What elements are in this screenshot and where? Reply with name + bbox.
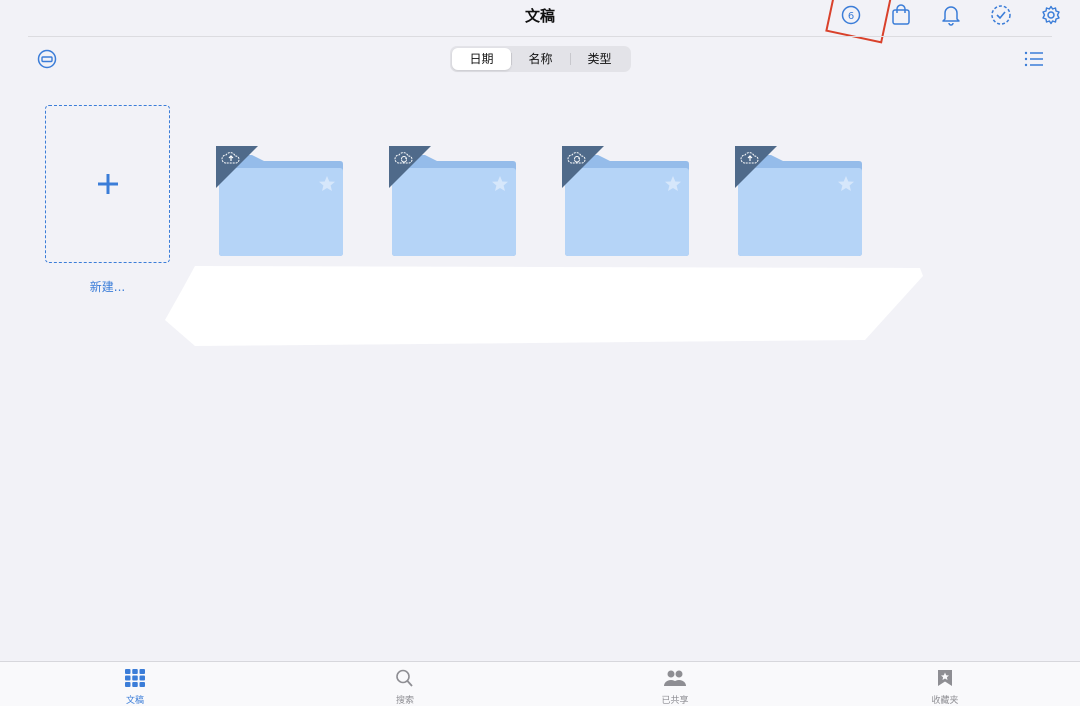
cloud-sync-icon (394, 152, 413, 164)
new-document-button[interactable] (45, 105, 170, 263)
tab-shared-label: 已共享 (661, 696, 689, 706)
star-icon[interactable] (837, 175, 855, 193)
gear-icon[interactable] (1036, 3, 1066, 27)
cloud-upload-icon (740, 152, 759, 164)
sort-by-date[interactable]: 日期 (452, 48, 511, 70)
sort-by-type[interactable]: 类型 (570, 48, 629, 70)
tab-favorites-label: 收藏夹 (931, 696, 959, 706)
cloud-sync-icon (567, 152, 586, 164)
grid-icon (125, 669, 145, 687)
tab-search-label: 搜索 (395, 696, 414, 706)
sort-by-name[interactable]: 名称 (511, 48, 570, 70)
bell-icon[interactable] (936, 3, 966, 27)
list-view-icon[interactable] (1024, 50, 1044, 68)
sort-segmented-control: 日期 名称 类型 (450, 46, 631, 72)
folder-1[interactable] (216, 146, 344, 258)
plus-icon (97, 174, 118, 194)
star-icon[interactable] (491, 175, 509, 193)
top-bar: 文稿 6 (0, 0, 1080, 30)
header-divider (28, 36, 1052, 37)
check-badge-icon[interactable] (986, 3, 1016, 27)
tab-bar: 文稿 搜索 已共享 收藏夹 (0, 661, 1080, 706)
bookmark-star-icon (938, 670, 952, 686)
new-document-label[interactable]: 新建... (45, 278, 170, 295)
tab-documents[interactable]: 文稿 (95, 669, 175, 706)
tab-shared[interactable]: 已共享 (635, 669, 715, 706)
redaction-overlay (165, 266, 923, 346)
star-icon[interactable] (664, 175, 682, 193)
star-icon[interactable] (318, 175, 336, 193)
folder-2[interactable] (389, 146, 517, 258)
tab-favorites[interactable]: 收藏夹 (905, 669, 985, 706)
storage-icon[interactable] (36, 48, 58, 70)
folder-4[interactable] (735, 146, 863, 258)
shopping-bag-icon[interactable] (886, 3, 916, 27)
cloud-upload-icon (221, 152, 240, 164)
people-icon (664, 670, 686, 686)
tab-search[interactable]: 搜索 (365, 669, 445, 706)
search-icon (396, 669, 413, 687)
folder-3[interactable] (562, 146, 690, 258)
tab-documents-label: 文稿 (125, 696, 144, 706)
